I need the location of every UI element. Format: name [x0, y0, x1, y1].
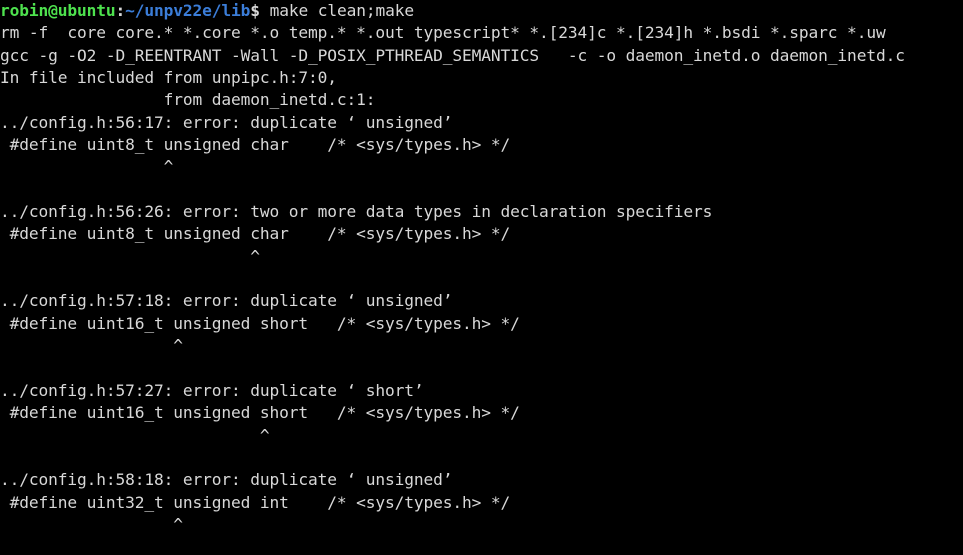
prompt-line: robin@ubuntu:~/unpv22e/lib$ make clean;m… [0, 0, 963, 22]
output-line: #define uint8_t unsigned char /* <sys/ty… [0, 135, 511, 155]
prompt-separator: : [115, 1, 126, 20]
output-line: ^ [0, 514, 183, 534]
output-line: ../config.h:58:18: error: duplicate ‘ un… [0, 470, 453, 490]
terminal-output-area[interactable]: robin@ubuntu:~/unpv22e/lib$ make clean;m… [0, 0, 963, 555]
output-line: ^ [0, 336, 183, 356]
output-line: #define uint8_t unsigned char /* <sys/ty… [0, 224, 511, 244]
output-line: from daemon_inetd.c:1: [0, 90, 376, 110]
output-line: ^ [0, 425, 270, 445]
output-line: gcc -g -O2 -D_REENTRANT -Wall -D_POSIX_P… [0, 45, 905, 65]
output-line: ../config.h:57:27: error: duplicate ‘ sh… [0, 380, 424, 400]
output-line: ../config.h:57:18: error: duplicate ‘ un… [0, 291, 453, 311]
output-line: #define uint32_t unsigned int /* <sys/ty… [0, 492, 511, 512]
output-line: rm -f core core.* *.core *.o temp.* *.ou… [0, 23, 886, 43]
output-line: ../config.h:56:26: error: two or more da… [0, 202, 713, 222]
output-line: #define uint16_t unsigned short /* <sys/… [0, 403, 520, 423]
prompt-path: ~/unpv22e/lib [125, 1, 251, 20]
prompt-user-host: robin@ubuntu [0, 1, 116, 20]
output-line: In file included from unpipc.h:7:0, [0, 68, 337, 88]
output-line: ^ [0, 246, 260, 266]
prompt-command[interactable]: make clean;make [260, 1, 415, 20]
output-line: ^ [0, 157, 174, 177]
output-line: ../config.h:56:17: error: duplicate ‘ un… [0, 112, 453, 132]
output-line: #define uint16_t unsigned short /* <sys/… [0, 313, 520, 333]
prompt-symbol: $ [250, 1, 260, 20]
